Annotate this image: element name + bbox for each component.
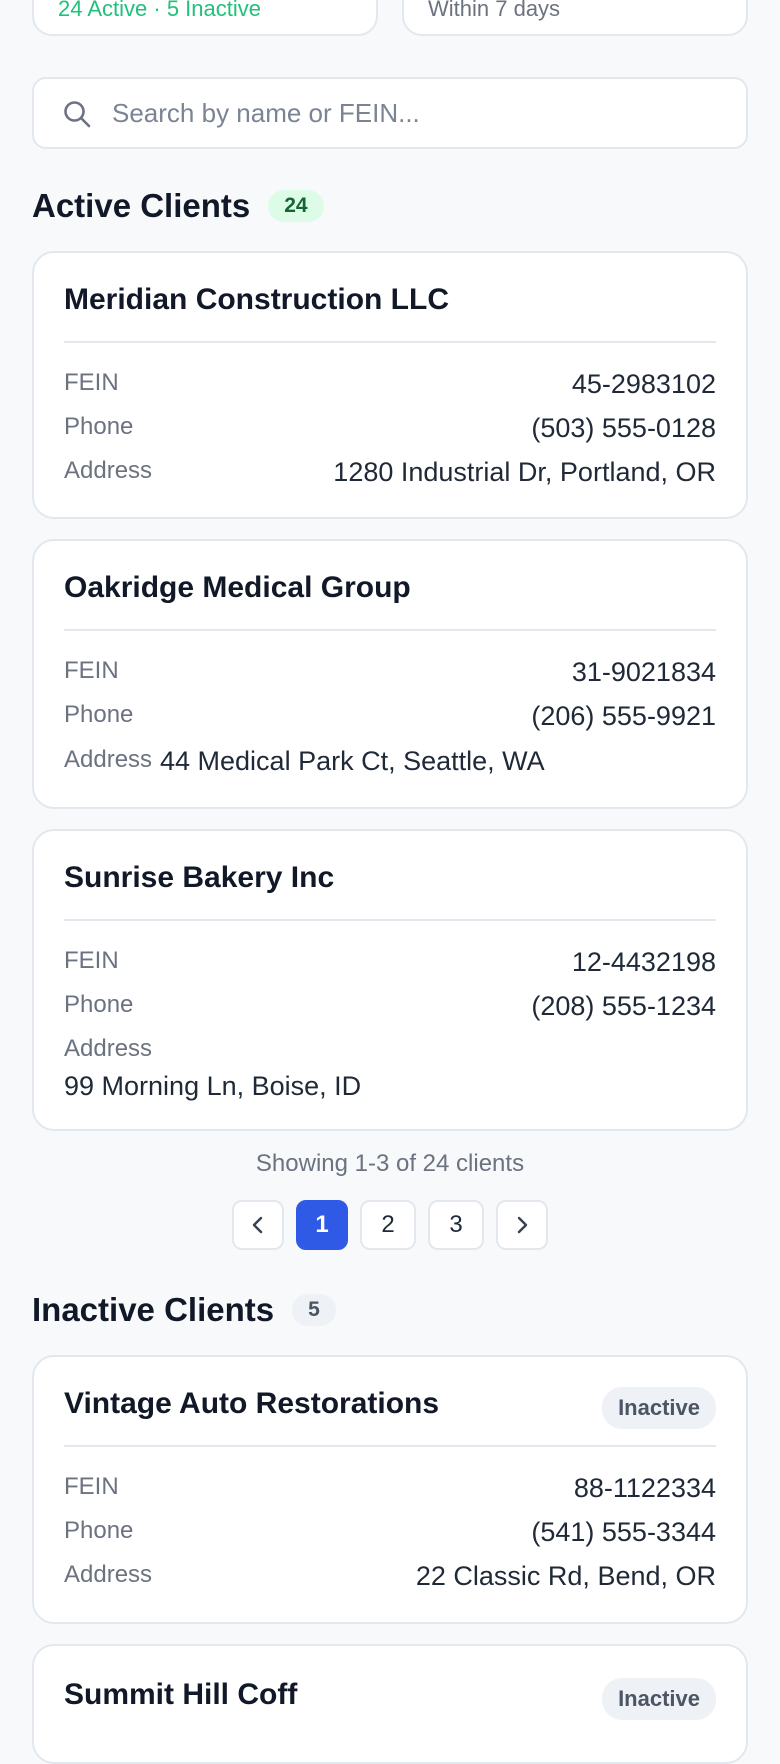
address-label: Address [64,1561,153,1588]
fein-value: 12-4432198 [571,947,716,977]
phone-row: Phone (541) 555-3344 [64,1517,716,1549]
client-name: Sunrise Bakery Inc [64,861,335,894]
expiring-summary-card: Within 7 days [402,0,748,36]
pagination-summary: Showing 1-3 of 24 clients [255,1150,525,1177]
active-summary-text: 24 Active · 5 Inactive [58,0,261,21]
fein-row: FEIN 12-4432198 [64,947,716,979]
phone-label: Phone [64,1517,134,1544]
fein-value: 45-2983102 [571,369,716,399]
client-name: Meridian Construction LLC [64,283,449,316]
client-card[interactable]: Sunrise Bakery Inc FEIN 12-4432198 Phone… [32,829,748,1131]
expiring-summary-text: Within 7 days [428,0,561,21]
divider [64,1445,716,1447]
search-icon [64,101,91,128]
page-3-button[interactable]: 3 [428,1200,484,1250]
active-count-badge: 24 [268,190,324,222]
phone-label: Phone [64,701,134,728]
client-card[interactable]: Meridian Construction LLC FEIN 45-298310… [32,251,748,519]
divider [64,629,716,631]
chevron-left-icon [252,1216,263,1234]
active-clients-heading: Active Clients 24 [32,187,324,225]
fein-value: 88-1122334 [573,1473,716,1503]
address-row: Address 22 Classic Rd, Bend, OR [64,1561,716,1593]
chevron-right-icon [517,1216,528,1234]
client-card[interactable]: Summit Hill Coff Inactive [32,1644,748,1764]
search-input[interactable] [112,91,712,135]
divider [64,919,716,921]
address-row: Address 99 Morning Ln, Boise, ID [64,1035,716,1109]
active-clients-title: Active Clients [32,187,251,224]
address-value: 22 Classic Rd, Bend, OR [415,1561,716,1591]
address-row: Address 1280 Industrial Dr, Portland, OR [64,457,716,489]
phone-row: Phone (208) 555-1234 [64,991,716,1023]
status-badge: Inactive [602,1387,716,1429]
address-label: Address [64,1035,153,1062]
phone-value: (208) 555-1234 [531,991,716,1021]
page-1-button[interactable]: 1 [296,1200,348,1250]
client-name: Oakridge Medical Group [64,571,411,604]
fein-label: FEIN [64,657,119,684]
inactive-count-badge: 5 [292,1294,336,1326]
fein-row: FEIN 88-1122334 [64,1473,716,1505]
status-badge: Inactive [602,1678,716,1720]
fein-label: FEIN [64,1473,119,1500]
active-summary-card: 24 Active · 5 Inactive [32,0,378,36]
phone-row: Phone (206) 555-9921 [64,701,716,733]
client-name: Summit Hill Coff [64,1678,298,1711]
address-value: 1280 Industrial Dr, Portland, OR [333,457,716,487]
fein-row: FEIN 45-2983102 [64,369,716,401]
prev-page-button[interactable] [232,1200,284,1250]
fein-row: FEIN 31-9021834 [64,657,716,689]
phone-row: Phone (503) 555-0128 [64,413,716,445]
client-card[interactable]: Oakridge Medical Group FEIN 31-9021834 P… [32,539,748,809]
fein-label: FEIN [64,369,119,396]
fein-label: FEIN [64,947,119,974]
search-bar[interactable] [32,77,748,149]
inactive-clients-heading: Inactive Clients 5 [32,1291,336,1329]
address-row: Address 44 Medical Park Ct, Seattle, WA [64,746,716,778]
phone-value: (503) 555-0128 [531,413,716,443]
next-page-button[interactable] [496,1200,548,1250]
inactive-clients-title: Inactive Clients [32,1291,275,1328]
address-value: 99 Morning Ln, Boise, ID [64,1071,362,1101]
fein-value: 31-9021834 [571,657,716,687]
client-card[interactable]: Vintage Auto Restorations Inactive FEIN … [32,1355,748,1624]
address-label: Address [64,457,153,484]
phone-value: (206) 555-9921 [531,701,716,731]
phone-value: (541) 555-3344 [531,1517,716,1547]
client-name: Vintage Auto Restorations [64,1387,440,1420]
page-2-button[interactable]: 2 [360,1200,416,1250]
phone-label: Phone [64,991,134,1018]
phone-label: Phone [64,413,134,440]
address-label: Address [64,746,153,773]
divider [64,341,716,343]
address-value: 44 Medical Park Ct, Seattle, WA [160,746,545,776]
